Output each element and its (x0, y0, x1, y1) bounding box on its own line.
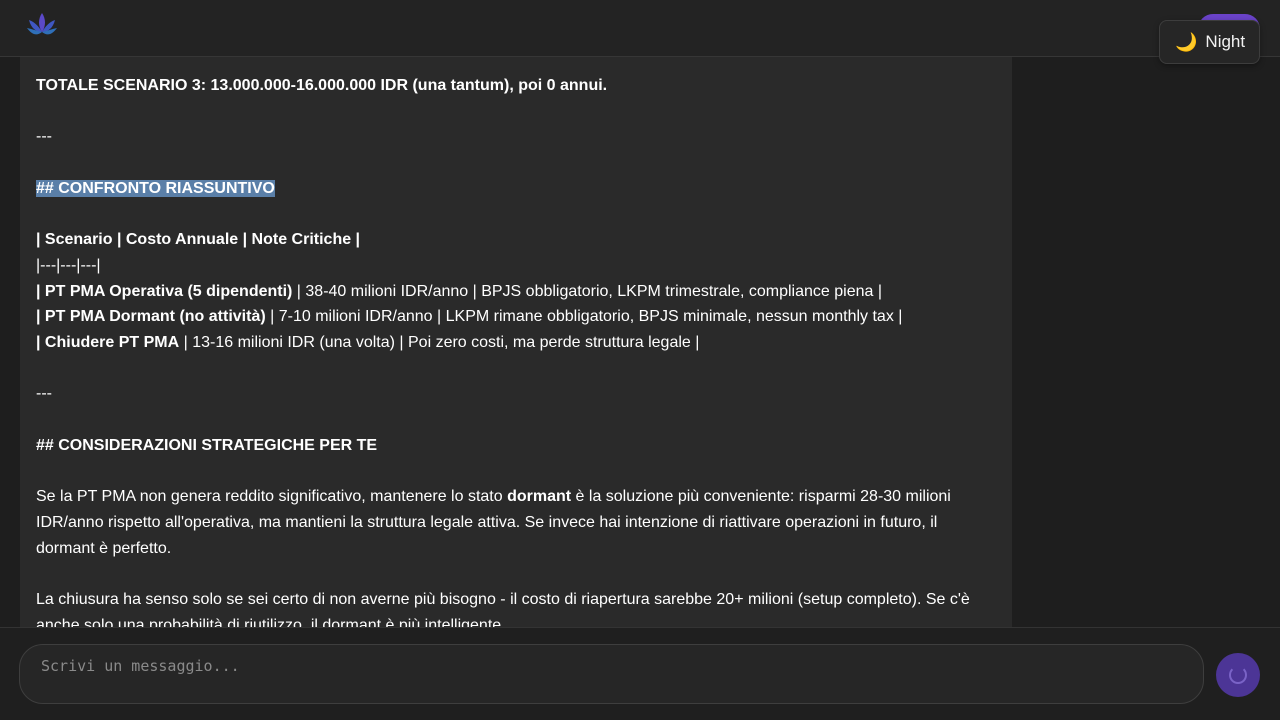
moon-icon: 🌙 (1175, 32, 1198, 52)
night-label: Night (1205, 32, 1246, 51)
section-heading-confronto: ## CONFRONTO RIASSUNTIVO (36, 176, 996, 202)
selected-text-highlight[interactable]: ## CONFRONTO RIASSUNTIVO (36, 179, 275, 197)
separator-line: --- (36, 385, 52, 403)
message-input-wrapper (19, 644, 1204, 704)
strategy-paragraph: Se la PT PMA non genera reddito signific… (36, 488, 951, 557)
scenario-total-line: TOTALE SCENARIO 3: 13.000.000-16.000.000… (36, 77, 608, 94)
lotus-logo-icon[interactable] (25, 10, 59, 40)
composer-bar (0, 627, 1280, 720)
separator-line: --- (36, 128, 52, 146)
night-mode-toggle[interactable]: 🌙 Night (1159, 20, 1260, 64)
top-bar (0, 0, 1280, 57)
closure-paragraph: La chiusura ha senso solo se sei certo d… (36, 590, 970, 627)
assistant-message: TOTALE SCENARIO 3: 13.000.000-16.000.000… (20, 57, 1012, 627)
table-header-line: | Scenario | Costo Annuale | Note Critic… (36, 231, 361, 249)
section-heading-considerazioni: ## CONSIDERAZIONI STRATEGICHE PER TE (36, 436, 378, 454)
message-input[interactable] (20, 645, 1203, 703)
loading-spinner-icon (1229, 666, 1247, 684)
send-button[interactable] (1216, 653, 1260, 697)
table-row: | PT PMA Operativa (5 dipendenti) | 38-4… (36, 282, 882, 300)
table-divider-line: |---|---|---| (36, 256, 101, 274)
table-row: | PT PMA Dormant (no attività) | 7-10 mi… (36, 308, 903, 326)
table-row: | Chiudere PT PMA | 13-16 milioni IDR (u… (36, 333, 700, 351)
